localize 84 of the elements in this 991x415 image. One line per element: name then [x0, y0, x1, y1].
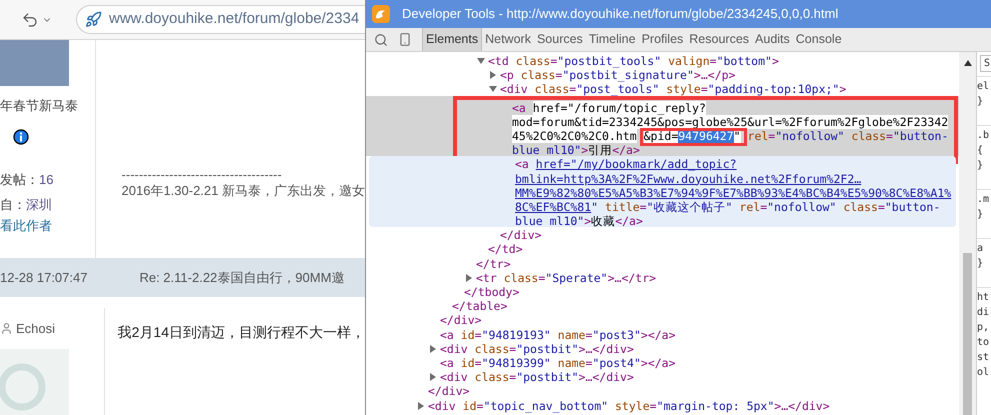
- style-rule-text: }: [977, 208, 984, 222]
- stat-label: 自：: [0, 196, 26, 214]
- panel-tab[interactable]: Sources: [534, 28, 586, 51]
- post-time: 12-28 17:07:47: [0, 268, 88, 287]
- code-line: <a href="/forum/topic_reply?: [512, 100, 706, 115]
- selected-node-band[interactable]: <a href="/forum/topic_reply? mod=forum&tid=2334245&pos=globe%25&url=%2Fforum%2Fglobe%2F23342 45%2C0%2C0%2C0.htm &pid=94796427" rel="nofollow" class="button- blue ml10">引用</a>: [366, 96, 959, 156]
- panel-tab[interactable]: Elements: [422, 28, 482, 51]
- style-rule-text: a: [977, 242, 984, 256]
- stat-label: 发帖：: [0, 170, 39, 189]
- search-icon[interactable]: [374, 32, 388, 46]
- style-rule-text: }: [977, 95, 984, 109]
- code-line: <tr class="Sperate">…</tr>: [476, 270, 656, 285]
- style-rule-text: p,: [977, 321, 990, 335]
- default-avatar: [0, 348, 69, 415]
- panel-tab[interactable]: Profiles: [638, 28, 686, 51]
- post-title: Re: 2.11-2.22泰国自由行，90MM邀: [139, 268, 344, 287]
- style-rule-text: .m: [977, 193, 990, 207]
- stat-value: 16: [39, 170, 54, 189]
- style-rule-text: ol: [977, 366, 990, 380]
- style-rule-text: st: [977, 351, 990, 365]
- browser-logo-icon: [372, 5, 390, 23]
- dashed-rule-text: -------------------------------------: [122, 168, 283, 182]
- code-line: </div>: [500, 228, 542, 242]
- scroll-up-icon[interactable]: [964, 60, 972, 66]
- signature-text: 2016年1.30-2.21 新马泰，广东出发，邀女: [122, 182, 365, 200]
- panel-tab[interactable]: Resources: [686, 28, 752, 51]
- scrollbar[interactable]: [959, 52, 976, 415]
- triangle-down-icon[interactable]: [489, 85, 497, 94]
- triangle-down-icon[interactable]: [477, 57, 485, 65]
- style-rule-text: ht: [977, 291, 990, 305]
- style-rule-text: to: [977, 336, 990, 350]
- code-line: <a id="94819399" name="post4"></a>: [440, 356, 676, 370]
- code-line: <div class="post_tools" style="padding-top:10px;">: [500, 82, 846, 96]
- code-line: </td>: [488, 242, 523, 256]
- code-line: MM%E9%82%80%E5%A5%B3%E7%94%9F%E7%BB%93%E4%BC%B4%E5%90%8C%E8%A1%: [515, 186, 952, 200]
- code-line: blue ml10">收藏</a>: [515, 214, 643, 228]
- stat-value: 深圳: [26, 196, 52, 214]
- code-line: <div id="topic_nav_bottom" style="margin-top: 5px">…</div>: [428, 398, 830, 412]
- reply-text: 我2月14日到清迈，目测行程不大一样，: [118, 324, 365, 340]
- triangle-right-icon[interactable]: [429, 344, 437, 353]
- styles-tab[interactable]: S: [980, 55, 991, 72]
- code-line: 8C%EF%BC%81" title="收藏这个帖子" rel="nofollow" class="button-: [515, 200, 940, 214]
- triangle-right-icon[interactable]: [417, 402, 425, 410]
- style-rule-text: di: [977, 306, 990, 320]
- triangle-right-icon[interactable]: [489, 71, 497, 80]
- undo-icon[interactable]: [21, 10, 39, 28]
- address-field[interactable]: www.doyouhike.net/forum/globe/2334: [76, 5, 365, 34]
- triangle-right-icon[interactable]: [465, 274, 473, 282]
- photo-placeholder: [0, 40, 69, 86]
- code-line: <p class="postbit_signature">…</p>: [500, 68, 736, 82]
- user-icon: [0, 322, 13, 336]
- panel-tab[interactable]: Console: [792, 28, 845, 51]
- author-name: Echosi: [16, 320, 56, 338]
- rocket-icon: [85, 11, 102, 28]
- code-line: </div>: [440, 313, 482, 328]
- code-line: blue ml10">引用</a>: [512, 143, 640, 158]
- code-line: <a id="94819193" name="post3"></a>: [440, 328, 676, 342]
- style-rule-text: {: [977, 144, 984, 158]
- device-icon[interactable]: [398, 32, 412, 47]
- info-icon[interactable]: [13, 129, 29, 145]
- panel-tab[interactable]: Network: [482, 28, 534, 51]
- style-rule-text: }: [977, 159, 984, 173]
- window-title: Developer Tools - http://www.doyouhike.net/forum/globe/2334245,0,0,0.html: [402, 5, 838, 24]
- code-line: <div class="postbit">…</div>: [440, 342, 634, 356]
- view-author-link[interactable]: 看此作者: [0, 217, 95, 235]
- url-text: www.doyouhike.net/forum/globe/2334: [109, 9, 360, 30]
- code-line: </tbody>: [464, 285, 520, 299]
- scrollbar-thumb[interactable]: [963, 253, 972, 415]
- code-line: bmlink=http%3A%2F%2Fwww.doyouhike.net%2Fforum%2F2…: [515, 172, 862, 186]
- code-line: </table>: [452, 299, 508, 314]
- style-rule-text: el: [977, 80, 990, 94]
- code-line: </tr>: [476, 256, 511, 271]
- code-line: <td class="postbit_tools" valign="bottom">: [488, 54, 779, 68]
- code-line: <div class="postbit">…</div>: [440, 370, 634, 384]
- code-line: 45%2C0%2C0%2C0.htm &pid=94796427" rel="nofollow" class="button-: [512, 128, 948, 143]
- style-rule-text: }: [977, 257, 984, 271]
- user-title: 年春节新马泰: [0, 98, 79, 114]
- style-rule-text: .b: [977, 129, 990, 143]
- panel-tab[interactable]: Timeline: [586, 28, 639, 51]
- code-line: </div>: [428, 384, 470, 398]
- triangle-right-icon[interactable]: [429, 373, 437, 382]
- code-line: <a href="/my/bookmark/add_topic?: [515, 157, 737, 172]
- panel-tab[interactable]: Audits: [752, 28, 793, 51]
- hovered-node-band[interactable]: [369, 156, 956, 228]
